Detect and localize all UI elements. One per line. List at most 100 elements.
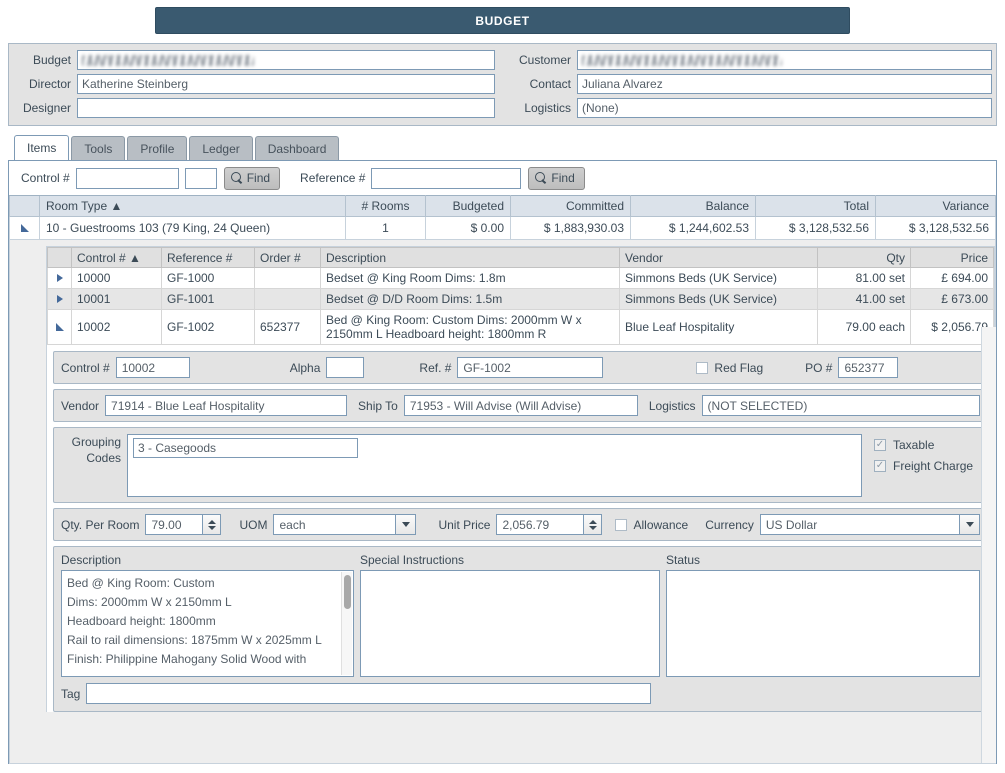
redacted-budget-value xyxy=(82,54,254,66)
cell-item-description: Bedset @ King Room Dims: 1.8m xyxy=(320,267,620,289)
tag-row: Tag xyxy=(61,683,980,704)
scrollbar-thumb[interactable] xyxy=(344,575,351,609)
taxable-label: Taxable xyxy=(893,437,935,452)
currency-select[interactable]: US Dollar xyxy=(759,514,980,535)
col-balance[interactable]: Balance xyxy=(630,195,756,217)
freight-charge-label: Freight Charge xyxy=(893,458,974,473)
col-item-vendor[interactable]: Vendor xyxy=(619,247,818,268)
po-input[interactable]: 652377 xyxy=(838,357,899,378)
grouping-codes-box[interactable]: 3 - Casegoods xyxy=(127,434,862,497)
editor-ref-input[interactable]: GF-1002 xyxy=(457,357,604,378)
cell-item-order xyxy=(254,267,321,289)
col-committed[interactable]: Committed xyxy=(510,195,631,217)
unit-price-input[interactable]: 2,056.79 xyxy=(496,514,585,535)
items-tab-panel: Control # Find Reference # Find Room Typ… xyxy=(8,161,997,764)
cell-num-rooms: 1 xyxy=(345,216,426,240)
col-variance[interactable]: Variance xyxy=(875,195,996,217)
unit-price-spinner-buttons[interactable] xyxy=(584,514,603,535)
header-row: Control # ▲ Reference # Order # Descript… xyxy=(47,247,994,268)
unit-price-stepper[interactable]: 2,056.79 xyxy=(496,514,603,535)
cell-total: $ 3,128,532.56 xyxy=(755,216,876,240)
tab-dashboard[interactable]: Dashboard xyxy=(254,136,340,160)
find-control-button[interactable]: Find xyxy=(223,166,281,190)
table-row[interactable]: 10002 GF-1002 652377 Bed @ King Room: Cu… xyxy=(47,309,994,345)
control-alpha-input[interactable] xyxy=(184,167,217,189)
col-item-price[interactable]: Price xyxy=(910,247,994,268)
row-expander[interactable] xyxy=(9,216,40,240)
item-row-expander[interactable] xyxy=(47,267,72,289)
currency-dropdown-button[interactable] xyxy=(960,514,980,535)
contact-field[interactable]: Juliana Alvarez xyxy=(577,74,992,94)
col-item-description[interactable]: Description xyxy=(320,247,620,268)
cell-budgeted: $ 0.00 xyxy=(425,216,511,240)
col-room-type[interactable]: Room Type ▲ xyxy=(39,195,346,217)
col-item-qty[interactable]: Qty xyxy=(817,247,911,268)
ship-to-label: Ship To xyxy=(358,398,398,413)
uom-dropdown-button[interactable] xyxy=(396,514,417,535)
col-item-order[interactable]: Order # xyxy=(254,247,321,268)
qty-input[interactable]: 79.00 xyxy=(145,514,204,535)
allowance-checkbox[interactable] xyxy=(615,518,628,531)
item-row-expander[interactable] xyxy=(47,309,72,345)
col-total[interactable]: Total xyxy=(755,195,876,217)
find-reference-button[interactable]: Find xyxy=(528,166,585,190)
item-row-expander[interactable] xyxy=(47,288,72,310)
taxable-row: Taxable xyxy=(874,434,973,455)
currency-value[interactable]: US Dollar xyxy=(759,514,960,535)
uom-select[interactable]: each xyxy=(273,514,417,535)
description-scrollbar[interactable] xyxy=(341,572,352,675)
tab-items[interactable]: Items xyxy=(14,135,70,160)
expand-triangle-icon xyxy=(56,274,63,282)
editor-ref-label: Ref. # xyxy=(419,360,452,375)
item-editor: Control # 10002 Alpha Ref. # GF-1002 Red… xyxy=(47,345,994,712)
tag-input[interactable] xyxy=(86,683,652,704)
taxable-checkbox[interactable] xyxy=(874,438,886,451)
freight-charge-checkbox[interactable] xyxy=(874,459,886,472)
banner-area: BUDGET xyxy=(0,0,1005,34)
vendor-label: Vendor xyxy=(61,398,100,413)
tab-tools[interactable]: Tools xyxy=(71,136,126,160)
cell-balance: $ 1,244,602.53 xyxy=(630,216,756,240)
control-number-input[interactable] xyxy=(75,167,179,189)
uom-value[interactable]: each xyxy=(273,514,397,535)
header-fields-panel: Budget Customer Director Katherine Stein… xyxy=(8,43,997,126)
logistics-label: Logistics xyxy=(648,398,696,413)
cell-item-price: £ 694.00 xyxy=(910,267,994,289)
cell-item-qty: 41.00 set xyxy=(817,288,911,310)
cell-item-reference: GF-1000 xyxy=(161,267,255,289)
special-instructions-textarea[interactable] xyxy=(360,570,660,677)
header-row-3: Designer Logistics (None) xyxy=(13,96,992,120)
editor-alpha-input[interactable] xyxy=(326,357,365,378)
col-item-reference[interactable]: Reference # xyxy=(161,247,255,268)
grouping-code-item[interactable]: 3 - Casegoods xyxy=(133,438,358,458)
vertical-scrollbar[interactable] xyxy=(981,327,996,763)
col-budgeted[interactable]: Budgeted xyxy=(425,195,511,217)
status-textarea[interactable] xyxy=(666,570,980,677)
vendor-input[interactable]: 71914 - Blue Leaf Hospitality xyxy=(105,395,348,416)
qty-stepper[interactable]: 79.00 xyxy=(145,514,222,535)
qty-spinner-buttons[interactable] xyxy=(203,514,222,535)
col-item-control[interactable]: Control # ▲ xyxy=(71,247,162,268)
expand-triangle-icon xyxy=(56,295,63,303)
unit-price-label: Unit Price xyxy=(438,517,491,532)
director-field[interactable]: Katherine Steinberg xyxy=(77,74,495,94)
editor-control-input[interactable]: 10002 xyxy=(115,357,190,378)
customer-field[interactable] xyxy=(577,50,992,70)
table-row[interactable]: 10000 GF-1000 Bedset @ King Room Dims: 1… xyxy=(47,267,994,289)
director-label: Director xyxy=(28,77,71,91)
tab-profile[interactable]: Profile xyxy=(127,136,188,160)
logistics-header-field[interactable]: (None) xyxy=(577,98,992,118)
col-num-rooms[interactable]: # Rooms xyxy=(345,195,426,217)
table-row[interactable]: 10 - Guestrooms 103 (79 King, 24 Queen) … xyxy=(9,216,996,240)
logistics-input[interactable]: (NOT SELECTED) xyxy=(701,395,980,416)
tab-ledger[interactable]: Ledger xyxy=(189,136,253,160)
reference-number-input[interactable] xyxy=(371,167,522,189)
description-textarea[interactable]: Bed @ King Room: Custom Dims: 2000mm W x… xyxy=(61,570,354,677)
ship-to-input[interactable]: 71953 - Will Advise (Will Advise) xyxy=(403,395,638,416)
budget-field[interactable] xyxy=(77,50,495,70)
designer-field[interactable] xyxy=(77,98,495,118)
customer-label: Customer xyxy=(518,53,571,67)
room-type-grid-body: 10 - Guestrooms 103 (79 King, 24 Queen) … xyxy=(9,216,996,240)
red-flag-checkbox[interactable] xyxy=(696,361,709,374)
table-row[interactable]: 10001 GF-1001 Bedset @ D/D Room Dims: 1.… xyxy=(47,288,994,310)
